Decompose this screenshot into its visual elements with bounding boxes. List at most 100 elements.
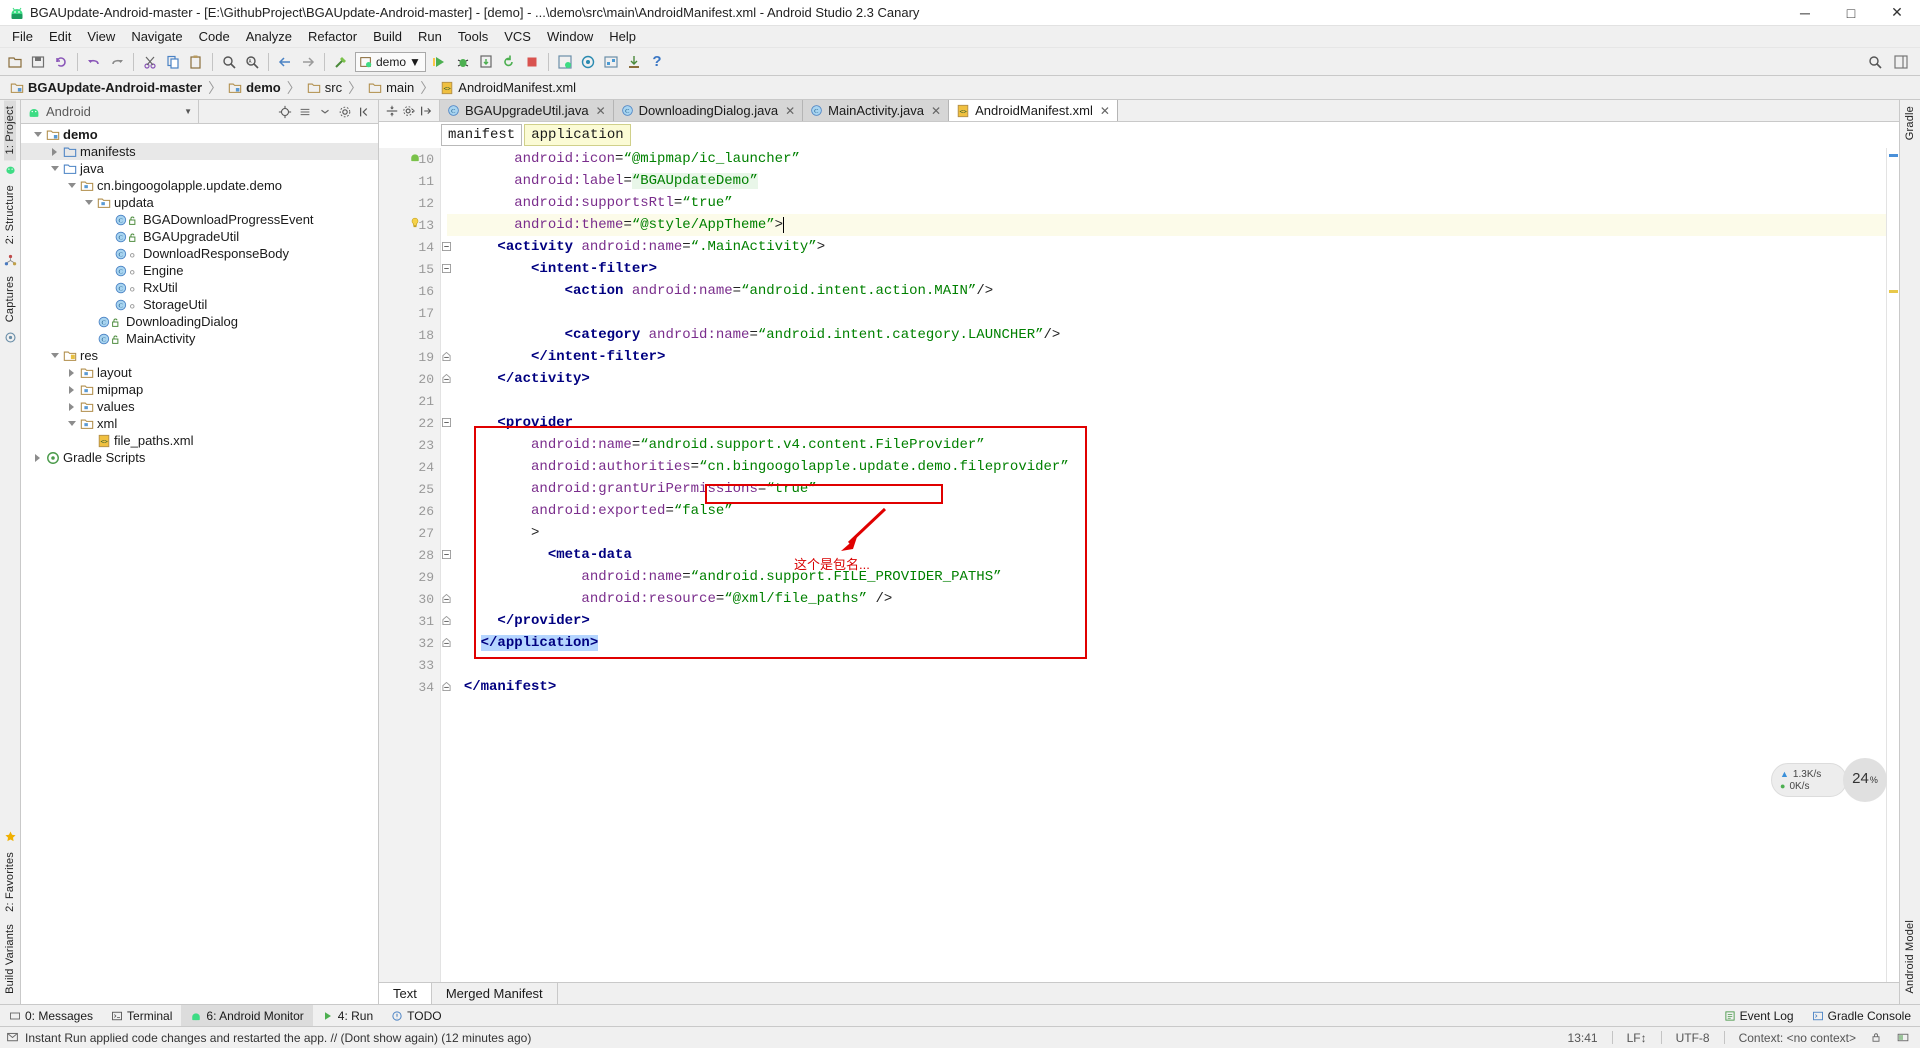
tree-item-downloadingdialog[interactable]: C DownloadingDialog <box>21 313 378 330</box>
tree-item-bgadownloadprogressevent[interactable]: C BGADownloadProgressEvent <box>21 211 378 228</box>
forward-icon[interactable] <box>297 51 319 73</box>
collapse-all-icon[interactable] <box>318 105 332 119</box>
code-line-32[interactable]: </application> <box>447 632 1886 654</box>
cpu-usage-widget[interactable]: 24 % <box>1843 758 1887 802</box>
network-monitor-widget[interactable]: ▲ 1.3K/s ● 0K/s <box>1771 763 1847 797</box>
paste-icon[interactable] <box>185 51 207 73</box>
close-icon[interactable]: ✕ <box>596 104 606 118</box>
tree-item-xml[interactable]: xml <box>21 415 378 432</box>
lock-icon[interactable] <box>1870 1031 1882 1044</box>
redo-icon[interactable] <box>106 51 128 73</box>
caret-position[interactable]: 13:41 <box>1568 1031 1598 1045</box>
menu-item-edit[interactable]: Edit <box>41 27 79 46</box>
code-line-16[interactable]: <action android:name = “android.intent.act… <box>447 280 1886 302</box>
replace-icon[interactable]: A <box>241 51 263 73</box>
gutter-line-19[interactable]: 19 <box>379 346 451 368</box>
open-icon[interactable] <box>4 51 26 73</box>
layout-inspector-icon[interactable] <box>600 51 622 73</box>
bulb-icon[interactable] <box>409 217 421 229</box>
close-icon[interactable]: ✕ <box>931 104 941 118</box>
code-line-29[interactable]: android:name = “android.support.FILE_PROVI… <box>447 566 1886 588</box>
tree-toggle-open-icon[interactable] <box>31 132 44 137</box>
tree-item-bgaupgradeutil[interactable]: C BGAUpgradeUtil <box>21 228 378 245</box>
maximize-button[interactable]: □ <box>1828 0 1874 26</box>
code-line-20[interactable]: </activity> <box>447 368 1886 390</box>
gutter-line-20[interactable]: 20 <box>379 368 451 390</box>
status-message[interactable]: Instant Run applied code changes and res… <box>25 1031 531 1045</box>
gutter-line-22[interactable]: 22 <box>379 412 451 434</box>
close-icon[interactable]: ✕ <box>1100 104 1110 118</box>
editor-tab-downloadingdialog-java[interactable]: C DownloadingDialog.java ✕ <box>613 100 804 121</box>
menu-item-vcs[interactable]: VCS <box>496 27 539 46</box>
undo-icon[interactable] <box>83 51 105 73</box>
encoding-label[interactable]: UTF-8 <box>1676 1031 1710 1045</box>
gutter-line-30[interactable]: 30 <box>379 588 451 610</box>
code-line-21[interactable] <box>447 390 1886 412</box>
tree-toggle-open-icon[interactable] <box>82 200 95 205</box>
tool-window-4-run[interactable]: 4: Run <box>313 1005 382 1026</box>
code-content[interactable]: android:icon = “@mipmap/ic_launcher” andro… <box>441 148 1886 982</box>
menu-item-tools[interactable]: Tools <box>450 27 496 46</box>
rail-button-structure[interactable]: 2: Structure <box>4 179 16 250</box>
gutter-line-26[interactable]: 26 <box>379 500 440 522</box>
split-icon[interactable] <box>385 104 399 118</box>
breadcrumb-item-2[interactable]: src <box>305 80 344 95</box>
memory-indicator[interactable] <box>1896 1031 1910 1044</box>
debug-icon[interactable] <box>452 51 474 73</box>
settings-gear-icon[interactable] <box>402 104 416 118</box>
expand-all-icon[interactable] <box>298 105 312 119</box>
code-line-19[interactable]: </intent-filter> <box>447 346 1886 368</box>
rail-button-gradle[interactable]: Gradle <box>1904 100 1916 146</box>
code-line-31[interactable]: </provider> <box>447 610 1886 632</box>
menu-item-analyze[interactable]: Analyze <box>238 27 300 46</box>
code-line-13[interactable]: android:theme = “@style/AppTheme” > <box>447 214 1886 236</box>
tree-item-storageutil[interactable]: C StorageUtil <box>21 296 378 313</box>
code-line-28[interactable]: <meta-data <box>447 544 1886 566</box>
menu-item-code[interactable]: Code <box>191 27 238 46</box>
rail-button-project[interactable]: 1: Project <box>4 100 16 161</box>
context-label[interactable]: Context: <no context> <box>1739 1031 1856 1045</box>
menu-item-build[interactable]: Build <box>365 27 410 46</box>
error-marker-strip[interactable] <box>1886 148 1899 982</box>
gutter-line-15[interactable]: 15 <box>379 258 451 280</box>
code-line-27[interactable]: > <box>447 522 1886 544</box>
line-number-gutter[interactable]: 10 11 12 13 14 15 16 17 18 19 20 21 22 23 24 25 26 27 28 29… <box>379 148 451 982</box>
gutter-line-11[interactable]: 11 <box>379 170 440 192</box>
close-button[interactable]: ✕ <box>1874 0 1920 26</box>
tree-toggle-open-icon[interactable] <box>65 421 78 426</box>
gutter-line-14[interactable]: 14 <box>379 236 451 258</box>
gutter-line-33[interactable]: 33 <box>379 654 440 676</box>
copy-icon[interactable] <box>162 51 184 73</box>
code-line-15[interactable]: <intent-filter> <box>447 258 1886 280</box>
tool-window-event-log[interactable]: Event Log <box>1715 1005 1803 1026</box>
code-editor[interactable]: 10 11 12 13 14 15 16 17 18 19 20 21 22 23 24 25 26 27 28 29… <box>379 148 1899 982</box>
code-line-34[interactable]: </manifest> <box>447 676 1886 698</box>
sync-icon[interactable] <box>50 51 72 73</box>
xml-breadcrumb-manifest[interactable]: manifest <box>441 124 523 146</box>
tree-toggle-closed-icon[interactable] <box>31 453 44 462</box>
run-icon[interactable] <box>429 51 451 73</box>
editor-tab-mainactivity-java[interactable]: C MainActivity.java ✕ <box>803 100 950 121</box>
run-configuration-selector[interactable]: demo ▼ <box>355 51 426 72</box>
rail-button-favorites[interactable]: 2: Favorites <box>4 846 16 918</box>
monitor-icon[interactable] <box>623 51 645 73</box>
android-icon[interactable] <box>409 151 421 163</box>
save-all-icon[interactable] <box>27 51 49 73</box>
rail-button-android-model[interactable]: Android Model <box>1904 914 1916 1000</box>
menu-item-help[interactable]: Help <box>601 27 644 46</box>
breadcrumb-item-4[interactable]: <> AndroidManifest.xml <box>438 80 578 95</box>
menu-item-view[interactable]: View <box>79 27 123 46</box>
tool-window-gradle-console[interactable]: Gradle Console <box>1803 1005 1920 1026</box>
tree-item-cn-bingoogolapple-update-demo[interactable]: cn.bingoogolapple.update.demo <box>21 177 378 194</box>
gutter-line-10[interactable]: 10 <box>379 148 440 170</box>
search-icon[interactable] <box>218 51 240 73</box>
gutter-line-31[interactable]: 31 <box>379 610 451 632</box>
settings-gear-icon[interactable] <box>338 105 352 119</box>
tree-toggle-closed-icon[interactable] <box>65 368 78 377</box>
tree-item-engine[interactable]: C Engine <box>21 262 378 279</box>
tree-item-gradle-scripts[interactable]: Gradle Scripts <box>21 449 378 466</box>
code-line-22[interactable]: <provider <box>447 412 1886 434</box>
gutter-line-29[interactable]: 29 <box>379 566 440 588</box>
menu-item-run[interactable]: Run <box>410 27 450 46</box>
tool-window-todo[interactable]: TODO <box>382 1005 450 1026</box>
